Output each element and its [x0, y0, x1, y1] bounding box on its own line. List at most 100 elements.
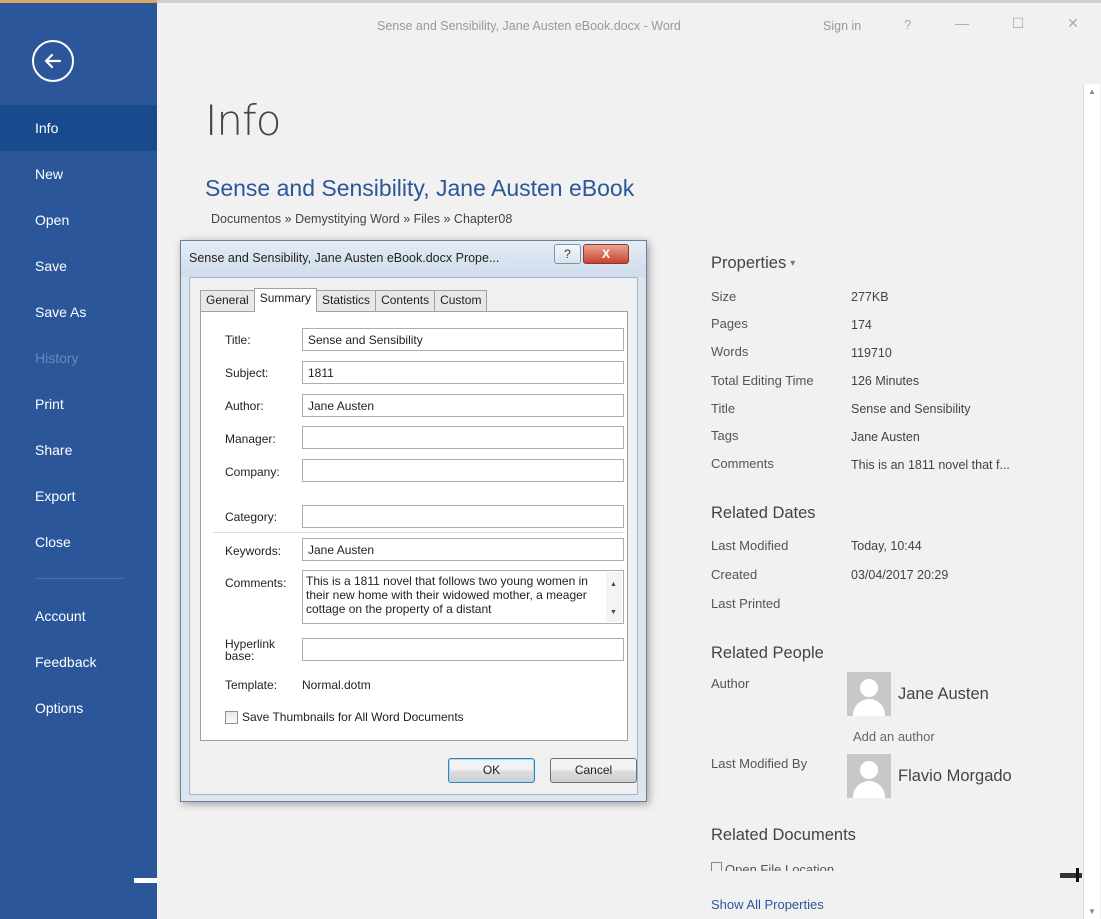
dialog-body: General Summary Statistics Contents Cust…	[189, 277, 638, 795]
prop-value-size: 277KB	[851, 290, 889, 304]
title-field[interactable]: Sense and Sensibility	[302, 328, 624, 351]
comments-label: Comments:	[225, 576, 287, 590]
nav-share[interactable]: Share	[0, 427, 157, 473]
comments-field[interactable]: This is a 1811 novel that follows two yo…	[302, 570, 624, 624]
title-label: Title:	[225, 333, 251, 347]
prop-label-last-modified: Last Modified	[711, 538, 789, 553]
prop-value-title[interactable]: Sense and Sensibility	[851, 402, 971, 416]
vertical-scrollbar[interactable]: ▲ ▼	[1083, 84, 1100, 919]
scroll-up-icon[interactable]: ▲	[1088, 87, 1096, 96]
splitter-grip	[1076, 868, 1079, 882]
company-label: Company:	[225, 465, 280, 479]
chevron-down-icon: ▾	[790, 258, 796, 269]
tab-general[interactable]: General	[200, 290, 255, 311]
keywords-field[interactable]: Jane Austen	[302, 538, 624, 561]
keywords-label: Keywords:	[225, 544, 282, 558]
nav-export[interactable]: Export	[0, 473, 157, 519]
show-all-properties-link[interactable]: Show All Properties	[711, 897, 824, 912]
hyperlink-base-field[interactable]	[302, 638, 624, 661]
field-divider	[213, 532, 625, 533]
scroll-down-icon[interactable]: ▼	[610, 606, 617, 620]
back-button[interactable]	[32, 40, 74, 82]
open-file-location-link[interactable]: Open File Location	[711, 862, 834, 871]
properties-heading: Properties	[711, 254, 787, 272]
dialog-title-bar[interactable]: Sense and Sensibility, Jane Austen eBook…	[181, 241, 646, 277]
subject-field[interactable]: 1811	[302, 361, 624, 384]
properties-panel: Properties ▾ Size 277KB Pages 174 Words …	[711, 254, 1056, 912]
help-icon[interactable]: ?	[904, 17, 911, 32]
dialog-tabs: General Summary Statistics Contents Cust…	[200, 288, 488, 312]
prop-value-last-modified: Today, 10:44	[851, 539, 922, 553]
tab-custom[interactable]: Custom	[434, 290, 488, 311]
minimize-icon[interactable]: —	[954, 15, 970, 31]
prop-label-words: Words	[711, 344, 749, 359]
add-author-link[interactable]: Add an author	[853, 729, 935, 744]
prop-value-pages: 174	[851, 318, 872, 332]
comments-text: This is a 1811 novel that follows two yo…	[306, 574, 588, 616]
template-label: Template:	[225, 678, 278, 692]
sidebar-scroll-mark	[134, 878, 157, 883]
nav-close[interactable]: Close	[0, 519, 157, 565]
nav-print[interactable]: Print	[0, 381, 157, 427]
save-thumbnails-checkbox[interactable]: Save Thumbnails for All Word Documents	[225, 710, 464, 724]
company-field[interactable]	[302, 459, 624, 482]
window-title: Sense and Sensibility, Jane Austen eBook…	[377, 19, 681, 33]
tab-contents[interactable]: Contents	[375, 290, 436, 311]
manager-field[interactable]	[302, 426, 624, 449]
checkbox-box	[225, 710, 238, 724]
comments-scrollbar[interactable]: ▲ ▼	[606, 572, 622, 622]
template-value: Normal.dotm	[302, 678, 371, 692]
ok-button[interactable]: OK	[448, 758, 535, 783]
folder-icon	[711, 862, 722, 871]
author-field[interactable]: Jane Austen	[302, 394, 624, 417]
nav-feedback[interactable]: Feedback	[0, 639, 157, 685]
document-title: Sense and Sensibility, Jane Austen eBook	[205, 175, 635, 201]
scroll-down-icon[interactable]: ▼	[1088, 907, 1096, 916]
category-label: Category:	[225, 510, 278, 524]
nav-open[interactable]: Open	[0, 197, 157, 243]
prop-label-pages: Pages	[711, 316, 748, 331]
backstage-sidebar: Info New Open Save Save As History Print…	[0, 0, 157, 919]
prop-label-comments: Comments	[711, 456, 774, 471]
nav-options[interactable]: Options	[0, 685, 157, 731]
prop-label-title: Title	[711, 401, 736, 416]
cancel-button[interactable]: Cancel	[550, 758, 637, 783]
dialog-close-button[interactable]: X	[583, 244, 629, 264]
category-field[interactable]	[302, 505, 624, 528]
breadcrumb[interactable]: Documentos » Demystitying Word » Files »…	[211, 212, 512, 226]
prop-value-editing-time: 126 Minutes	[851, 374, 920, 388]
back-arrow-icon	[44, 53, 62, 69]
nav-account[interactable]: Account	[0, 593, 157, 639]
prop-label-last-modified-by: Last Modified By	[711, 756, 808, 771]
prop-label-tags: Tags	[711, 428, 739, 443]
nav-save[interactable]: Save	[0, 243, 157, 289]
properties-dropdown[interactable]: Properties ▾	[711, 254, 1056, 273]
author-person[interactable]: Jane Austen	[847, 672, 989, 716]
related-people-heading: Related People	[711, 644, 824, 662]
prop-value-created: 03/04/2017 20:29	[851, 568, 949, 582]
modified-by-person[interactable]: Flavio Morgado	[847, 754, 1012, 798]
scroll-up-icon[interactable]: ▲	[610, 578, 617, 592]
nav-new[interactable]: New	[0, 151, 157, 197]
nav-history: History	[35, 350, 79, 366]
backstage-nav-bottom: Account Feedback Options	[0, 593, 157, 731]
sign-in-link[interactable]: Sign in	[823, 19, 861, 33]
save-thumbnails-label: Save Thumbnails for All Word Documents	[242, 710, 464, 724]
prop-value-comments[interactable]: This is an 1811 novel that f...	[851, 458, 1010, 472]
prop-label-size: Size	[711, 289, 737, 304]
maximize-icon[interactable]: ☐	[1010, 15, 1026, 31]
prop-label-created: Created	[711, 567, 758, 582]
tab-statistics[interactable]: Statistics	[316, 290, 377, 311]
related-documents-heading: Related Documents	[711, 826, 856, 844]
tab-summary[interactable]: Summary	[253, 288, 318, 312]
dialog-help-button[interactable]: ?	[554, 244, 581, 264]
hyperlink-base-label: Hyperlink base:	[225, 638, 275, 662]
prop-value-tags[interactable]: Jane Austen	[851, 430, 920, 444]
page-title: Info	[205, 96, 281, 145]
summary-panel: Title: Sense and Sensibility Subject: 18…	[200, 311, 628, 741]
close-icon[interactable]: ✕	[1065, 15, 1081, 31]
nav-save-as[interactable]: Save As	[0, 289, 157, 335]
nav-info[interactable]: Info	[0, 105, 157, 151]
manager-label: Manager:	[225, 432, 276, 446]
avatar	[847, 754, 891, 798]
